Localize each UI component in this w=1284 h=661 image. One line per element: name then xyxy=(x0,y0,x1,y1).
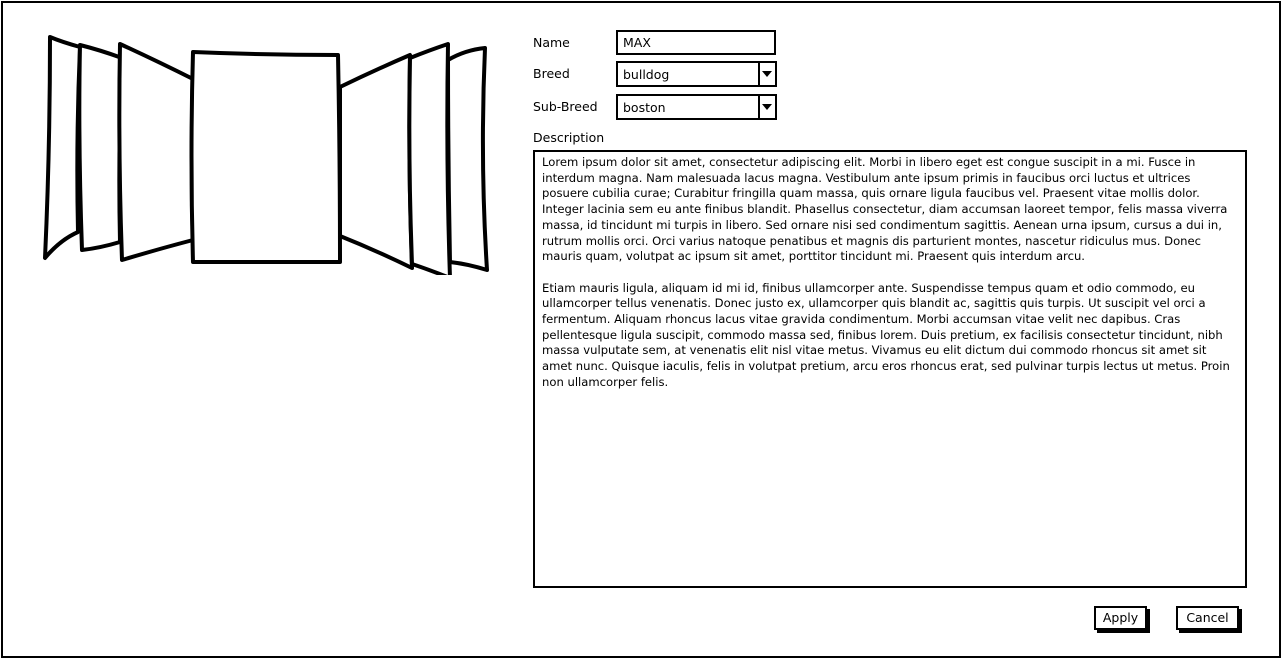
chevron-down-icon[interactable] xyxy=(758,63,775,85)
sub-breed-label: Sub-Breed xyxy=(533,99,598,114)
description-label: Description xyxy=(533,130,605,145)
cover-left-1 xyxy=(117,42,197,262)
image-cover-flow[interactable] xyxy=(40,30,495,275)
name-input[interactable]: MAX xyxy=(616,30,776,55)
cover-left-3 xyxy=(43,35,82,260)
description-paragraph-1: Lorem ipsum dolor sit amet, consectetur … xyxy=(542,155,1228,264)
description-paragraph-2: Etiam mauris ligula, aliquam id mi id, f… xyxy=(542,280,1230,389)
breed-select[interactable]: bulldog xyxy=(616,61,777,87)
breed-label: Breed xyxy=(533,66,570,81)
cover-flow-graphic xyxy=(43,35,489,275)
cover-center xyxy=(189,50,342,265)
sub-breed-select[interactable]: boston xyxy=(616,94,777,120)
breed-select-value: bulldog xyxy=(623,67,670,82)
cover-right-2 xyxy=(407,42,452,275)
cover-right-3 xyxy=(446,46,489,272)
cover-left-2 xyxy=(77,43,124,252)
chevron-down-icon[interactable] xyxy=(758,96,775,118)
cover-right-1 xyxy=(337,53,414,270)
sub-breed-select-value: boston xyxy=(623,100,666,115)
description-textarea[interactable]: Lorem ipsum dolor sit amet, consectetur … xyxy=(533,150,1247,588)
cancel-button[interactable]: Cancel xyxy=(1176,606,1239,630)
name-label: Name xyxy=(533,35,570,50)
apply-button[interactable]: Apply xyxy=(1094,606,1147,630)
